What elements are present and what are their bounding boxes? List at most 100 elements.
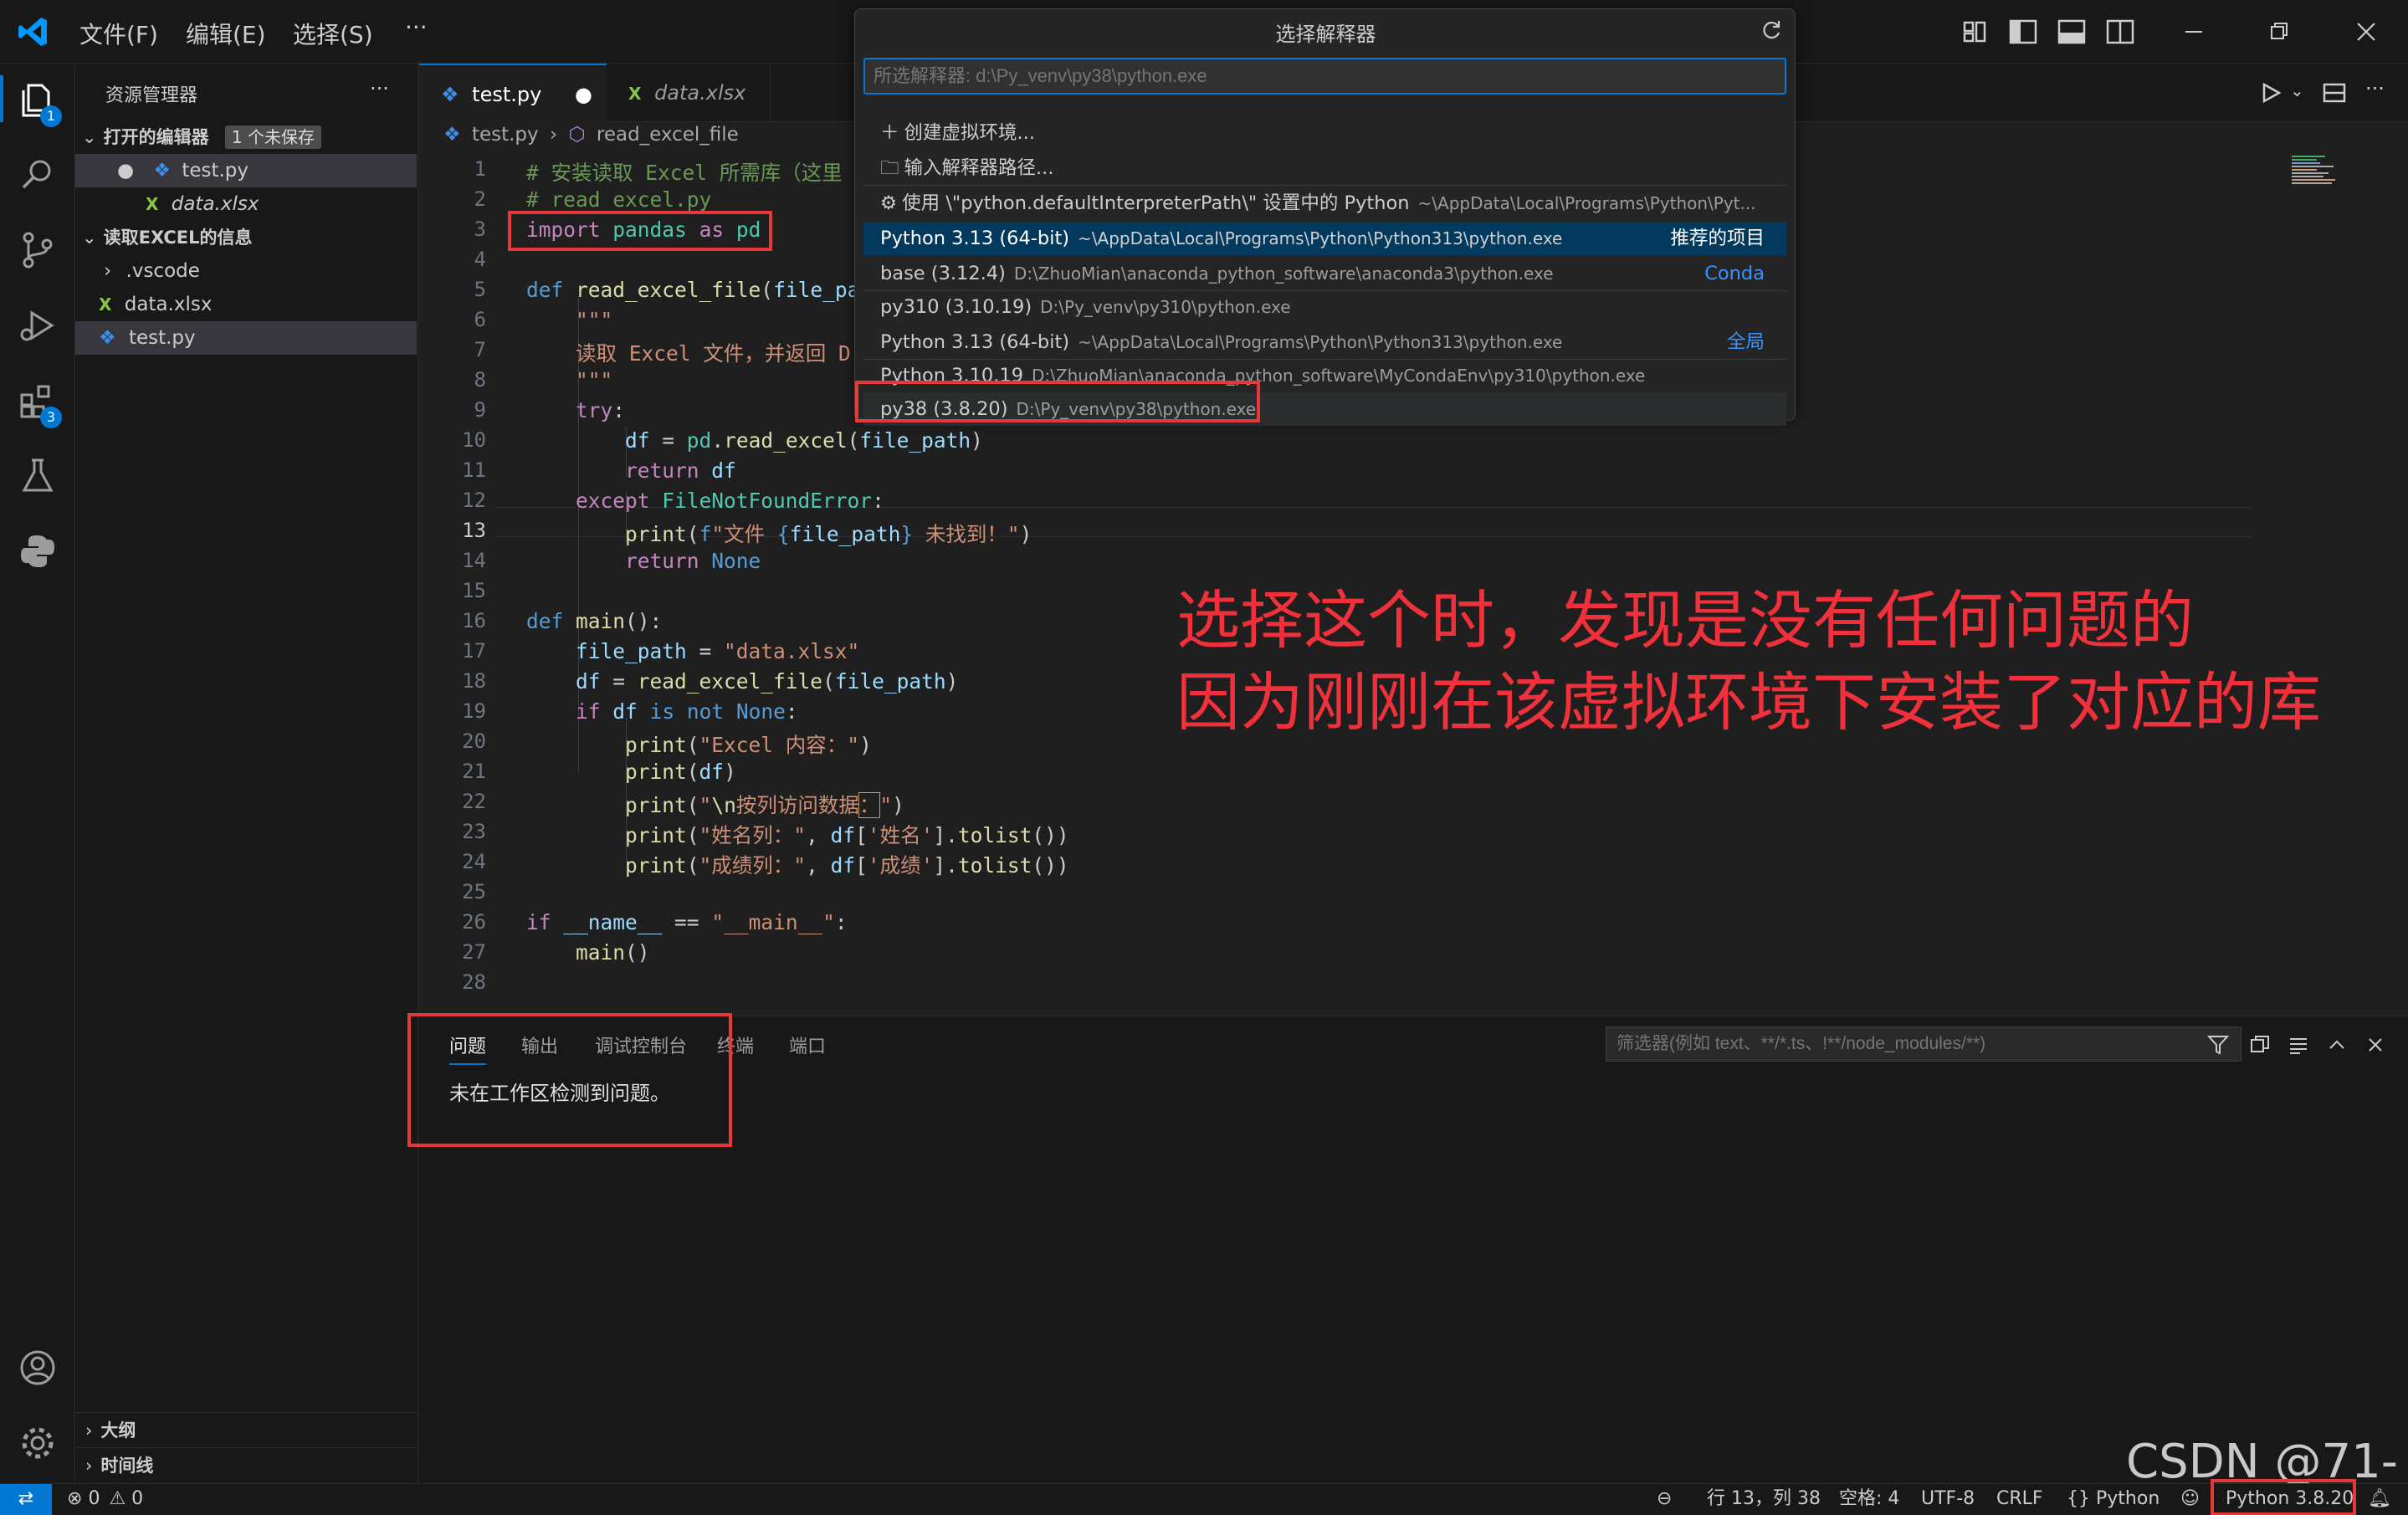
minimap[interactable] — [2292, 154, 2350, 204]
method-icon: ⬡ — [568, 124, 586, 146]
cursor-position[interactable]: 行 13，列 38 — [1707, 1484, 1821, 1514]
zoom-icon[interactable]: ⊖ — [1657, 1484, 1672, 1514]
tree-item-vscode[interactable]: › .vscode — [75, 254, 417, 288]
option-label: base (3.12.4) — [880, 263, 1006, 284]
menu-file[interactable]: 文件(F) — [79, 17, 158, 50]
tab-data-xlsx[interactable]: X data.xlsx — [607, 64, 771, 122]
tab-test-py[interactable]: ❖ test.py ● — [419, 64, 607, 122]
code-line-26: if __name__ == "__main__": — [526, 910, 848, 934]
view-as-list-icon[interactable] — [2287, 1033, 2310, 1057]
code-line-17: file_path = "data.xlsx" — [576, 639, 860, 663]
open-editors-section[interactable]: ⌄ 打开的编辑器 1 个未保存 — [75, 120, 417, 154]
account-icon[interactable] — [17, 1347, 59, 1389]
interpreter-option[interactable]: Python 3.13 (64-bit) ~\AppData\Local\Prog… — [863, 222, 1786, 255]
option-tag: Conda — [1696, 257, 1765, 290]
copilot-icon[interactable]: ☺ — [2180, 1484, 2200, 1514]
error-count: 0 — [88, 1488, 100, 1509]
python-icon[interactable] — [17, 530, 59, 572]
annotation-line-1: 选择这个时，发现是没有任何问题的 — [1176, 583, 2194, 658]
menu-edit[interactable]: 编辑(E) — [186, 17, 266, 50]
toggle-secondary-sidebar-icon[interactable] — [2103, 15, 2137, 49]
tree-item-label: data.xlsx — [124, 294, 213, 315]
line-number: 15 — [462, 579, 486, 602]
code-line-19: if df is not None: — [576, 699, 798, 724]
interpreter-option[interactable]: Python 3.13 (64-bit) ~\AppData\Local\Prog… — [863, 325, 1786, 359]
tree-item-label: .vscode — [126, 260, 200, 282]
maximize-panel-icon[interactable] — [2325, 1033, 2349, 1057]
problems-status[interactable]: ⊗ 0 ⚠ 0 — [67, 1484, 143, 1514]
breadcrumb-symbol[interactable]: read_excel_file — [597, 124, 739, 146]
extensions-badge: 3 — [40, 407, 62, 428]
testing-icon[interactable] — [17, 455, 59, 497]
line-number: 17 — [462, 639, 486, 663]
panel-tab-ports[interactable]: 端口 — [789, 1031, 826, 1058]
problems-filter-input[interactable] — [1606, 1026, 2241, 1062]
interpreter-option[interactable]: base (3.12.4) D:\ZhuoMian\anaconda_python… — [863, 257, 1786, 290]
minimize-icon[interactable] — [2177, 15, 2211, 49]
timeline-section[interactable]: › 时间线 — [75, 1449, 417, 1482]
interpreter-option[interactable]: py310 (3.10.19) D:\Py_venv\py310\python.e… — [863, 290, 1786, 324]
toggle-panel-icon[interactable] — [2055, 15, 2088, 49]
interpreter-option[interactable]: 🗀 输入解释器路径... — [863, 151, 1786, 185]
line-number: 24 — [462, 850, 486, 873]
indentation-status[interactable]: 空格: 4 — [1839, 1484, 1899, 1514]
sidebar-more-button[interactable]: ··· — [370, 77, 389, 100]
annotation-line-2: 因为刚刚在该虚拟环境下安装了对应的库 — [1176, 665, 2321, 740]
search-icon[interactable] — [17, 154, 59, 196]
encoding-status[interactable]: UTF-8 — [1921, 1484, 1975, 1514]
interpreter-option[interactable]: ⚙ 使用 \"python.defaultInterpreterPath\" 设置… — [863, 187, 1786, 220]
tree-item-test-py[interactable]: ❖ test.py — [75, 321, 417, 355]
interpreter-input[interactable] — [863, 58, 1786, 95]
chevron-down-icon[interactable]: ⌄ — [2290, 80, 2304, 100]
chevron-down-icon: ⌄ — [82, 228, 97, 248]
problems-highlight-box — [407, 1013, 732, 1147]
line-number: 7 — [474, 338, 486, 361]
source-control-icon[interactable] — [17, 229, 59, 271]
menu-selection[interactable]: 选择(S) — [293, 17, 373, 50]
toggle-sidebar-icon[interactable] — [2006, 15, 2040, 49]
explorer-badge: 1 — [40, 105, 62, 127]
error-icon: ⊗ — [67, 1488, 83, 1509]
modified-dot-icon[interactable]: ● — [575, 65, 592, 124]
code-line-8: """ — [526, 368, 613, 392]
open-editors-label: 打开的编辑器 — [103, 127, 209, 147]
filter-icon[interactable] — [2206, 1033, 2230, 1057]
line-number: 19 — [462, 699, 486, 723]
folder-label: 读取EXCEL的信息 — [103, 228, 253, 248]
interpreter-quick-pick: 选择解释器 ＋创建虚拟环境...🗀输入解释器路径...⚙使用 \"python.… — [854, 8, 1796, 426]
collapse-all-icon[interactable] — [2248, 1033, 2272, 1057]
run-debug-icon[interactable] — [17, 305, 59, 346]
option-label: 创建虚拟环境... — [904, 122, 1035, 144]
python-file-icon: ❖ — [443, 124, 461, 146]
split-editor-icon[interactable] — [2320, 79, 2349, 107]
outline-section[interactable]: › 大纲 — [75, 1414, 417, 1447]
code-line-21: print(df) — [625, 760, 736, 784]
plus-icon: ＋ — [880, 122, 899, 144]
notifications-bell-icon[interactable]: 🔔︎ — [2368, 1484, 2391, 1514]
breadcrumb-file[interactable]: test.py — [472, 124, 539, 146]
open-editor-item-data-xlsx[interactable]: X data.xlsx — [75, 187, 417, 221]
code-line-11: return df — [625, 458, 736, 483]
menu-more[interactable]: ··· — [405, 13, 428, 41]
chevron-right-icon: › — [85, 1420, 93, 1441]
status-bar: ⇄ ⊗ 0 ⚠ 0 ⊖ 行 13，列 38 空格: 4 UTF-8 CRLF {… — [0, 1479, 2408, 1515]
interpreter-option[interactable]: ＋创建虚拟环境... — [863, 116, 1786, 150]
explorer-sidebar: 资源管理器 ··· ⌄ 打开的编辑器 1 个未保存 ● ❖ test.py X d… — [75, 64, 418, 1483]
customize-layout-icon[interactable] — [1958, 15, 1991, 49]
manage-gear-icon[interactable] — [17, 1422, 59, 1464]
close-panel-icon[interactable] — [2364, 1033, 2387, 1057]
editor-more-button[interactable]: ··· — [2365, 77, 2385, 100]
open-editor-item-test-py[interactable]: ● ❖ test.py — [75, 154, 417, 187]
tree-item-data-xlsx[interactable]: X data.xlsx — [75, 288, 417, 321]
folder-section[interactable]: ⌄ 读取EXCEL的信息 — [75, 221, 417, 254]
restore-icon[interactable] — [2262, 15, 2296, 49]
line-number: 23 — [462, 820, 486, 843]
refresh-icon[interactable] — [1759, 18, 1784, 43]
language-status[interactable]: {} Python — [2067, 1484, 2160, 1514]
close-icon[interactable] — [2349, 15, 2383, 49]
code-line-23: print("姓名列：", df['姓名'].tolist()) — [625, 823, 1069, 847]
run-python-file-icon[interactable] — [2257, 79, 2285, 107]
eol-status[interactable]: CRLF — [1996, 1484, 2043, 1514]
code-line-7: 读取 Excel 文件，并返回 D — [526, 341, 851, 366]
remote-indicator[interactable]: ⇄ — [0, 1484, 52, 1515]
